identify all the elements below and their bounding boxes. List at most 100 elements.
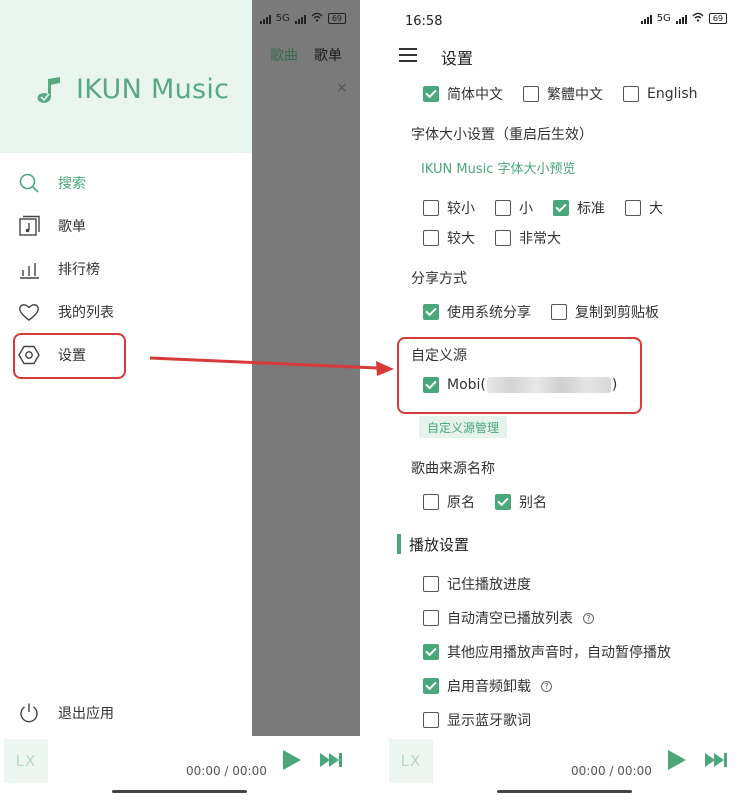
checkbox-box bbox=[495, 200, 511, 216]
checkbox-box bbox=[423, 86, 439, 102]
drawer-header: IKUN Music bbox=[0, 0, 252, 153]
song-source-name-label: 歌曲来源名称 bbox=[411, 461, 495, 477]
checkbox-box bbox=[551, 304, 567, 320]
checkbox-box bbox=[625, 200, 641, 216]
checkbox-font-larger[interactable]: 较大 bbox=[423, 228, 475, 248]
checkbox-box bbox=[423, 494, 439, 510]
player-cover[interactable]: LX bbox=[4, 739, 48, 783]
checkbox-box bbox=[523, 86, 539, 102]
behind-tabs: 歌曲 歌单 bbox=[270, 45, 342, 65]
main-content-dimmed[interactable]: 歌曲 歌单 × bbox=[252, 0, 360, 800]
home-indicator bbox=[112, 790, 247, 793]
checkbox-label: 记住播放进度 bbox=[447, 577, 531, 593]
status-icons: 5G 69 bbox=[259, 12, 346, 25]
signal-icon-2 bbox=[294, 14, 306, 24]
highlight-box-settings bbox=[13, 333, 126, 379]
player-time: 00:00 / 00:00 bbox=[186, 764, 267, 778]
section-accent-bar bbox=[397, 534, 401, 554]
play-button[interactable] bbox=[282, 749, 302, 775]
sidebar-item-label: 歌单 bbox=[58, 219, 86, 235]
status-time: 16:58 bbox=[405, 14, 443, 29]
share-options: 使用系统分享 复制到剪贴板 bbox=[423, 302, 679, 322]
tab-songs[interactable]: 歌曲 bbox=[270, 45, 298, 65]
highlight-box-custom-source bbox=[397, 337, 642, 414]
tab-playlists[interactable]: 歌单 bbox=[314, 45, 342, 65]
checkbox-label: 别名 bbox=[519, 495, 547, 511]
checkbox-auto-pause[interactable]: 其他应用播放声音时，自动暂停播放 bbox=[423, 642, 671, 662]
playback-option-auto-pause: 其他应用播放声音时，自动暂停播放 bbox=[423, 642, 691, 662]
checkbox-bluetooth-lyrics[interactable]: 显示蓝牙歌词 bbox=[423, 710, 531, 730]
player-cover[interactable]: LX bbox=[389, 739, 433, 783]
checkbox-box bbox=[623, 86, 639, 102]
sidebar-item-label: 搜索 bbox=[58, 176, 86, 192]
checkbox-label: 较小 bbox=[447, 201, 475, 217]
checkbox-label: 自动清空已播放列表 bbox=[447, 611, 573, 627]
checkbox-label: 原名 bbox=[447, 495, 475, 511]
checkbox-box bbox=[423, 304, 439, 320]
close-icon[interactable]: × bbox=[336, 80, 348, 96]
checkbox-copy-clipboard[interactable]: 复制到剪贴板 bbox=[551, 302, 659, 322]
menu-icon[interactable] bbox=[399, 48, 417, 66]
signal-icon bbox=[259, 14, 271, 24]
sidebar-item-leaderboard[interactable]: 排行榜 bbox=[18, 254, 100, 284]
signal-icon-2 bbox=[675, 14, 687, 24]
sidebar-item-search[interactable]: 搜索 bbox=[18, 168, 86, 198]
checkbox-auto-clear-played[interactable]: 自动清空已播放列表? bbox=[423, 608, 594, 628]
checkbox-box bbox=[423, 610, 439, 626]
checkbox-font-standard[interactable]: 标准 bbox=[553, 198, 605, 218]
checkbox-label: 使用系统分享 bbox=[447, 305, 531, 321]
network-label: 5G bbox=[275, 13, 290, 24]
share-method-label: 分享方式 bbox=[411, 271, 467, 287]
checkbox-box bbox=[423, 678, 439, 694]
play-button[interactable] bbox=[667, 749, 687, 775]
help-icon[interactable]: ? bbox=[583, 612, 594, 624]
sidebar-item-playlist[interactable]: 歌单 bbox=[18, 211, 86, 241]
next-button[interactable] bbox=[320, 752, 344, 772]
checkbox-font-large[interactable]: 大 bbox=[625, 198, 663, 218]
playback-option-auto-clear: 自动清空已播放列表? bbox=[423, 608, 614, 628]
playback-option-bluetooth-lyrics: 显示蓝牙歌词 bbox=[423, 710, 551, 730]
checkbox-font-smaller[interactable]: 较小 bbox=[423, 198, 475, 218]
checkbox-font-small[interactable]: 小 bbox=[495, 198, 533, 218]
signal-icon bbox=[640, 14, 652, 24]
wifi-icon bbox=[692, 12, 704, 25]
player-time: 00:00 / 00:00 bbox=[571, 764, 652, 778]
chart-icon bbox=[20, 263, 39, 279]
battery-icon: 69 bbox=[327, 13, 346, 24]
status-icons: 5G 69 bbox=[640, 12, 727, 25]
checkbox-font-very-large[interactable]: 非常大 bbox=[495, 228, 561, 248]
navigation-drawer: IKUN Music 搜索 歌单 排行榜 我的列表 设置 退出应用 bbox=[0, 0, 252, 735]
checkbox-label: 繁體中文 bbox=[547, 87, 603, 103]
checkbox-remember-progress[interactable]: 记住播放进度 bbox=[423, 574, 531, 594]
network-label: 5G bbox=[656, 13, 671, 24]
sidebar-item-label: 我的列表 bbox=[58, 305, 114, 321]
checkbox-original-name[interactable]: 原名 bbox=[423, 492, 475, 512]
exit-app-button[interactable]: 退出应用 bbox=[18, 698, 114, 728]
checkbox-simplified-chinese[interactable]: 简体中文 bbox=[423, 84, 503, 104]
checkbox-box bbox=[423, 200, 439, 216]
wifi-icon bbox=[311, 12, 323, 25]
search-icon bbox=[19, 173, 39, 193]
checkbox-label: 显示蓝牙歌词 bbox=[447, 713, 531, 729]
checkbox-audio-offload[interactable]: 启用音频卸载? bbox=[423, 676, 552, 696]
app-name: IKUN Music bbox=[76, 74, 230, 105]
checkbox-label: English bbox=[647, 86, 698, 102]
sidebar-item-my-list[interactable]: 我的列表 bbox=[18, 297, 114, 327]
custom-source-manage-button[interactable]: 自定义源管理 bbox=[419, 416, 508, 438]
font-size-options-row2: 较大 非常大 bbox=[423, 228, 581, 248]
checkbox-box bbox=[423, 712, 439, 728]
checkbox-traditional-chinese[interactable]: 繁體中文 bbox=[523, 84, 603, 104]
checkbox-box bbox=[423, 644, 439, 660]
checkbox-label: 其他应用播放声音时，自动暂停播放 bbox=[447, 645, 671, 661]
checkbox-label: 标准 bbox=[577, 201, 605, 217]
checkbox-label: 简体中文 bbox=[447, 87, 503, 103]
page-title: 设置 bbox=[441, 49, 474, 68]
left-phone-screen: 歌曲 歌单 × 16:58 5G 69 I bbox=[0, 0, 360, 800]
battery-icon: 69 bbox=[708, 13, 727, 24]
checkbox-system-share[interactable]: 使用系统分享 bbox=[423, 302, 531, 322]
checkbox-label: 较大 bbox=[447, 231, 475, 247]
checkbox-english[interactable]: English bbox=[623, 86, 698, 102]
help-icon[interactable]: ? bbox=[541, 680, 552, 692]
next-button[interactable] bbox=[705, 752, 729, 772]
checkbox-alias[interactable]: 别名 bbox=[495, 492, 547, 512]
